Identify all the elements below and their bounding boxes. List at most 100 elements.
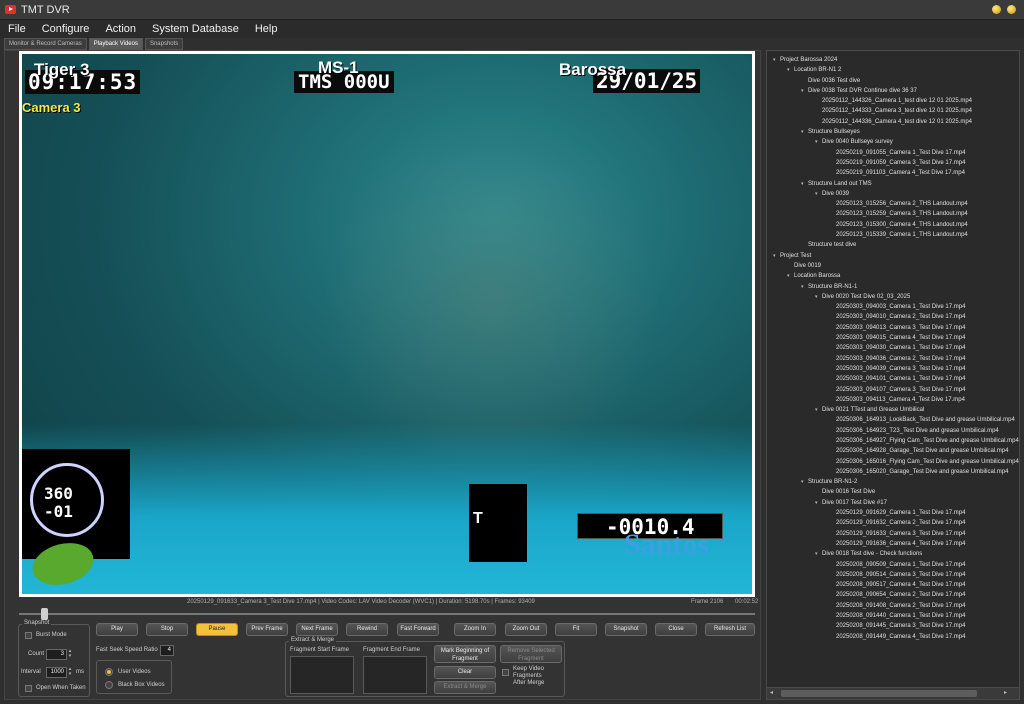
tree-file-item[interactable]: 20250129_091636_Camera 4_Test Dive 17.mp… [767, 539, 1019, 549]
scroll-right-icon[interactable]: ▸ [1004, 689, 1007, 696]
tree-file-item[interactable]: 20250306_165020_Garage_Test Dive and gre… [767, 467, 1019, 477]
tree-folder-item[interactable]: ▾ Structure BR-N1-2 [767, 477, 1019, 487]
snapshot-button[interactable]: Snapshot [605, 623, 647, 636]
tree-file-item[interactable]: 20250306_164927_Flying Cam_Test Dive and… [767, 436, 1019, 446]
close-video-button[interactable]: Close [655, 623, 697, 636]
tree-file-item[interactable]: 20250208_090654_Camera 2_Test Dive 17.mp… [767, 590, 1019, 600]
tree-file-item[interactable]: 20250208_091449_Camera 4_Test Dive 17.mp… [767, 632, 1019, 642]
tree-folder-item[interactable]: ▾ Structure Bullseyes [767, 127, 1019, 137]
tree-file-item[interactable]: 20250303_094030_Camera 1_Test Dive 17.mp… [767, 343, 1019, 353]
menu-configure[interactable]: Configure [34, 23, 98, 35]
zoom-in-button[interactable]: Zoom In [454, 623, 496, 636]
open-when-taken-checkbox[interactable] [25, 685, 32, 692]
tree-file-item[interactable]: 20250129_091632_Camera 2_Test Dive 17.mp… [767, 518, 1019, 528]
fragment-start-box[interactable] [290, 656, 354, 694]
tab-playback-videos[interactable]: Playback Videos [88, 38, 143, 50]
tree-file-item[interactable]: 20250303_094107_Camera 3_Test Dive 17.mp… [767, 385, 1019, 395]
tree-folder-item[interactable]: ▾ Dive 0018 Test dive - Check functions [767, 549, 1019, 559]
tree-folder-item[interactable]: ▾ Structure BR-N1-1 [767, 282, 1019, 292]
tree-expander-icon[interactable]: ▾ [801, 127, 808, 137]
tree-folder-item[interactable]: ▾ Location BR-N1 2 [767, 65, 1019, 75]
tree-expander-icon[interactable]: ▾ [801, 86, 808, 96]
menu-file[interactable]: File [0, 23, 34, 35]
tree-expander-icon[interactable]: ▾ [801, 477, 808, 487]
count-input[interactable]: 3 [46, 649, 67, 660]
scroll-left-icon[interactable]: ◂ [770, 689, 773, 696]
scroll-thumb[interactable] [781, 690, 977, 697]
tree-expander-icon[interactable]: ▾ [815, 137, 822, 147]
tree-expander-icon[interactable]: ▾ [815, 405, 822, 415]
tree-folder-item[interactable]: Structure test dive [767, 240, 1019, 250]
tree-file-item[interactable]: 20250303_094010_Camera 2_Test Dive 17.mp… [767, 312, 1019, 322]
tree-folder-item[interactable]: ▾ Dive 0039 [767, 189, 1019, 199]
tree-file-item[interactable]: 20250129_091629_Camera 1_Test Dive 17.mp… [767, 508, 1019, 518]
keep-video-fragments-checkbox[interactable] [502, 669, 509, 676]
tree-expander-icon[interactable]: ▾ [801, 179, 808, 189]
tree-expander-icon[interactable]: ▾ [787, 65, 794, 75]
fast-seek-input[interactable]: 4 [160, 645, 174, 656]
count-spinner-icon[interactable]: ▴ ▾ [67, 649, 73, 660]
tree-expander-icon[interactable]: ▾ [815, 498, 822, 508]
tree-folder-item[interactable]: ▾ Structure Land out TMS [767, 179, 1019, 189]
tree-file-item[interactable]: 20250112_144336_Camera 4_test dive 12 01… [767, 117, 1019, 127]
tree-file-item[interactable]: 20250129_091633_Camera 3_Test Dive 17.mp… [767, 529, 1019, 539]
tree-expander-icon[interactable]: ▾ [787, 271, 794, 281]
stop-button[interactable]: Stop [146, 623, 188, 636]
minimize-button[interactable] [992, 5, 1001, 14]
tree-file-item[interactable]: 20250306_165016_Flying Cam_Test Dive and… [767, 457, 1019, 467]
tree-file-item[interactable]: 20250219_091059_Camera 3_Test Dive 17.mp… [767, 158, 1019, 168]
tree-file-item[interactable]: 20250123_015256_Camera 2_THS Landout.mp4 [767, 199, 1019, 209]
tree-file-item[interactable]: 20250123_015300_Camera 4_THS Landout.mp4 [767, 220, 1019, 230]
seek-bar[interactable] [19, 608, 755, 620]
tree-file-item[interactable]: 20250303_094113_Camera 4_Test Dive 17.mp… [767, 395, 1019, 405]
tree-file-item[interactable]: 20250219_091103_Camera 4_Test Dive 17.mp… [767, 168, 1019, 178]
tree-file-item[interactable]: 20250208_091408_Camera 2_Test Dive 17.mp… [767, 601, 1019, 611]
tree-file-item[interactable]: 20250112_144326_Camera 1_test dive 12 01… [767, 96, 1019, 106]
mark-beginning-button[interactable]: Mark Beginning of Fragment [434, 645, 496, 663]
tree-folder-item[interactable]: ▾ Dive 0040 Bullseye survey [767, 137, 1019, 147]
tree-file-item[interactable]: 20250303_094013_Camera 3_Test Dive 17.mp… [767, 323, 1019, 333]
tree-horizontal-scrollbar[interactable]: ◂ ▸ [767, 687, 1019, 699]
tree-expander-icon[interactable]: ▾ [815, 189, 822, 199]
clear-button[interactable]: Clear [434, 666, 496, 679]
user-videos-radio[interactable] [105, 668, 113, 676]
tree-folder-item[interactable]: ▾ Dive 0017 Test Dive #17 [767, 498, 1019, 508]
tree-folder-item[interactable]: ▾ Project Barossa 2024 [767, 55, 1019, 65]
remove-selected-fragment-button[interactable]: Remove Selected Fragment [500, 645, 562, 663]
tree-file-item[interactable]: 20250123_015339_Camera 1_THS Landout.mp4 [767, 230, 1019, 240]
tree-file-item[interactable]: 20250208_091445_Camera 3_Test Dive 17.mp… [767, 621, 1019, 631]
tree-file-item[interactable]: 20250208_090509_Camera 1_Test Dive 17.mp… [767, 560, 1019, 570]
tree-file-item[interactable]: 20250208_091440_Camera 1_Test Dive 17.mp… [767, 611, 1019, 621]
tree-folder-item[interactable]: ▾ Dive 0020 Test Dive 02_03_2025 [767, 292, 1019, 302]
tree-file-item[interactable]: 20250306_164913_LookBack_Test Dive and g… [767, 415, 1019, 425]
tree-folder-item[interactable]: Dive 0019 [767, 261, 1019, 271]
tab-monitor-record[interactable]: Monitor & Record Cameras [4, 38, 87, 50]
seek-thumb[interactable] [41, 608, 49, 620]
tree-expander-icon[interactable]: ▾ [815, 549, 822, 559]
interval-input[interactable]: 1000 [46, 667, 67, 678]
menu-system-database[interactable]: System Database [144, 23, 247, 35]
tree-expander-icon[interactable]: ▾ [801, 282, 808, 292]
fast-forward-button[interactable]: Fast Forward [397, 623, 439, 636]
tree-file-item[interactable]: 20250123_015259_Camera 3_THS Landout.mp4 [767, 209, 1019, 219]
close-button[interactable] [1007, 5, 1016, 14]
interval-spinner-icon[interactable]: ▴ ▾ [67, 667, 73, 678]
tree-file-item[interactable]: 20250306_164923_T23_Test Dive and grease… [767, 426, 1019, 436]
tree-expander-icon[interactable]: ▾ [773, 251, 780, 261]
tree-folder-item[interactable]: ▾ Dive 0021 TTest and Grease Umbilical [767, 405, 1019, 415]
tree-file-item[interactable]: 20250112_144333_Camera 3_test dive 12 01… [767, 106, 1019, 116]
play-button[interactable]: Play [96, 623, 138, 636]
video-player[interactable]: 09:17:53 Tiger 3 TMS 000U MS-1 29/01/25 … [22, 54, 752, 594]
next-frame-button[interactable]: Next Frame [296, 623, 338, 636]
tree-expander-icon[interactable]: ▾ [773, 55, 780, 65]
tree-folder-item[interactable]: ▾ Project Test [767, 251, 1019, 261]
fragment-end-box[interactable] [363, 656, 427, 694]
burst-mode-checkbox[interactable] [25, 632, 32, 639]
pause-button[interactable]: Pause [196, 623, 238, 636]
tree-folder-item[interactable]: ▾ Dive 0038 Test DVR Continue dive 36 37 [767, 86, 1019, 96]
tree-file-item[interactable]: 20250303_094101_Camera 1_Test Dive 17.mp… [767, 374, 1019, 384]
extract-merge-button[interactable]: Extract & Merge [434, 681, 496, 694]
tree-folder-item[interactable]: ▾ Location Barossa [767, 271, 1019, 281]
tree-file-item[interactable]: 20250208_090517_Camera 4_Test Dive 17.mp… [767, 580, 1019, 590]
tab-snapshots[interactable]: Snapshots [144, 38, 184, 50]
